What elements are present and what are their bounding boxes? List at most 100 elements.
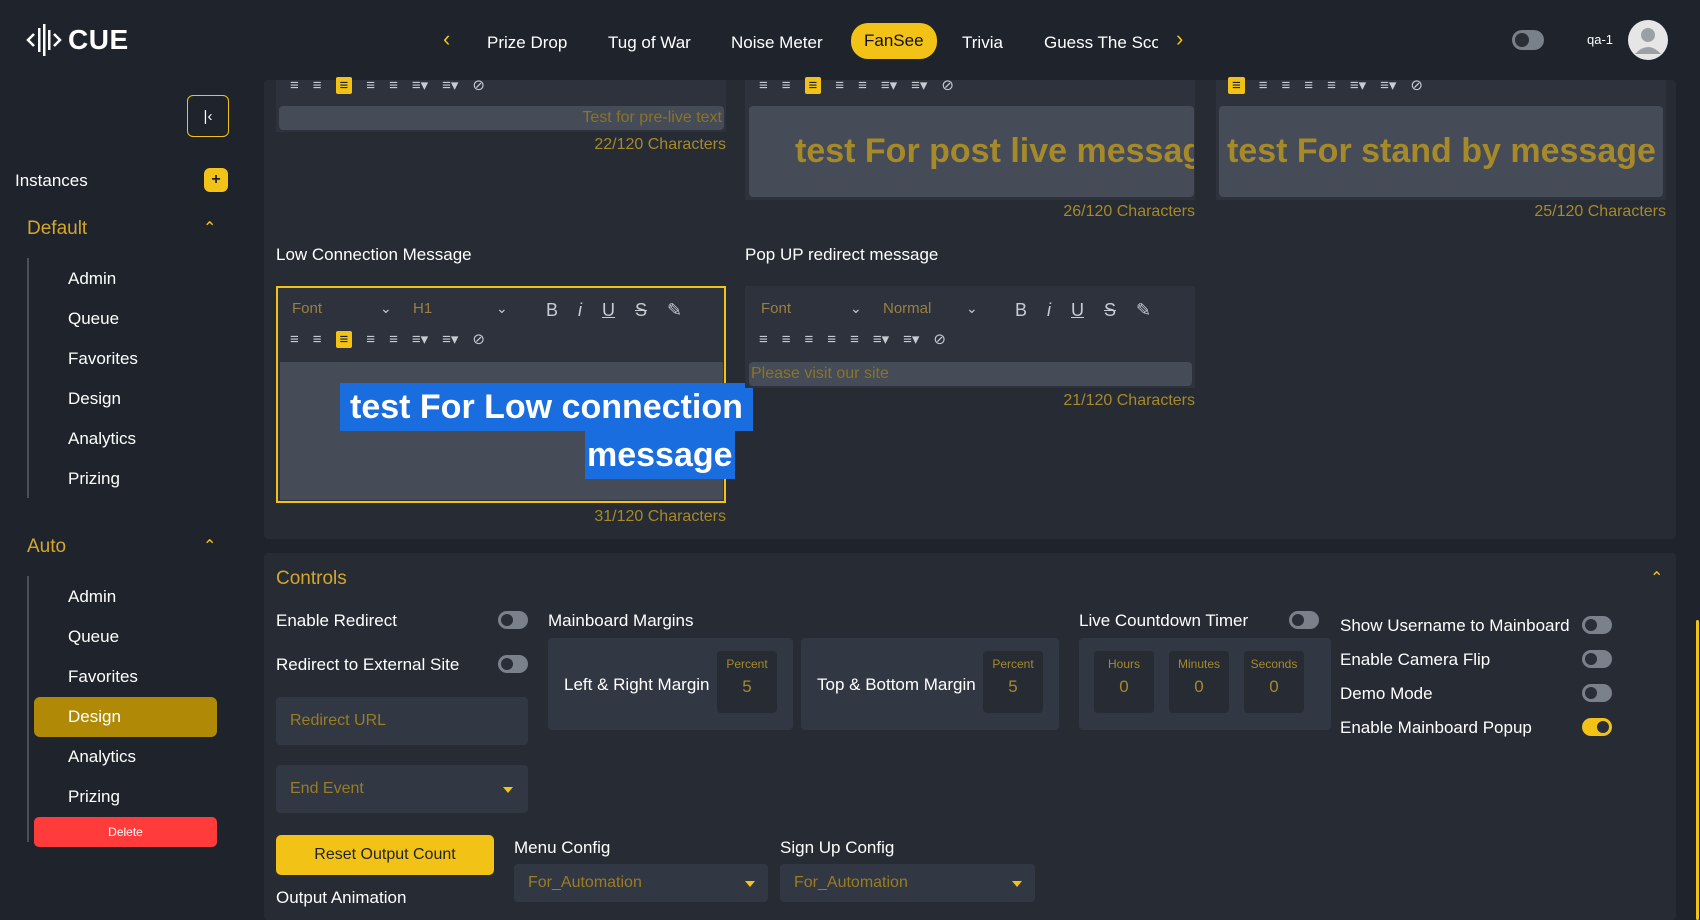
bold-icon[interactable]: B xyxy=(1015,300,1027,321)
indent-icon[interactable]: ≡ xyxy=(366,331,375,348)
clear-format-icon[interactable]: ⊘ xyxy=(472,330,485,348)
align-right-icon[interactable]: ≡ xyxy=(335,330,353,348)
ordered-list-icon[interactable]: ≡▾ xyxy=(1350,76,1366,94)
top-bottom-margin-input[interactable]: Percent 5 xyxy=(983,651,1043,713)
bold-icon[interactable]: B xyxy=(546,300,558,321)
signup-config-select[interactable]: For_Automation xyxy=(780,864,1035,902)
sidebar-item-queue[interactable]: Queue xyxy=(68,627,119,647)
show-username-toggle[interactable] xyxy=(1582,616,1612,634)
clear-format-icon[interactable]: ⊘ xyxy=(941,76,954,94)
tab-trivia[interactable]: Trivia xyxy=(962,27,1003,59)
mainboard-popup-toggle[interactable] xyxy=(1582,718,1612,736)
redirect-external-toggle[interactable] xyxy=(498,655,528,673)
size-select[interactable]: H1 xyxy=(413,300,432,317)
add-instance-button[interactable]: + xyxy=(204,168,228,192)
font-select[interactable]: Font xyxy=(292,300,322,317)
enable-redirect-toggle[interactable] xyxy=(498,611,528,629)
bullet-list-icon[interactable]: ≡▾ xyxy=(903,330,919,348)
align-right-icon[interactable]: ≡ xyxy=(1282,77,1291,94)
sidebar-item-queue[interactable]: Queue xyxy=(68,309,119,329)
hours-input[interactable]: Hours 0 xyxy=(1094,651,1154,713)
highlight-icon[interactable]: ✎ xyxy=(667,300,682,321)
seconds-input[interactable]: Seconds 0 xyxy=(1244,651,1304,713)
outdent-icon[interactable]: ≡ xyxy=(858,77,867,94)
ordered-list-icon[interactable]: ≡▾ xyxy=(412,76,428,94)
chevron-right-icon[interactable]: › xyxy=(1176,26,1183,52)
logo[interactable]: CUE xyxy=(26,20,129,60)
align-right-icon[interactable]: ≡ xyxy=(335,76,353,94)
highlight-icon[interactable]: ✎ xyxy=(1136,300,1151,321)
font-select[interactable]: Font xyxy=(761,300,791,317)
align-right-icon[interactable]: ≡ xyxy=(804,76,822,94)
ordered-list-icon[interactable]: ≡▾ xyxy=(873,330,889,348)
sidebar-item-admin[interactable]: Admin xyxy=(68,269,116,289)
minutes-input[interactable]: Minutes 0 xyxy=(1169,651,1229,713)
sidebar-item-admin[interactable]: Admin xyxy=(68,587,116,607)
dropdown-arrow-icon[interactable] xyxy=(503,787,513,793)
sidebar-item-prizing[interactable]: Prizing xyxy=(68,469,120,489)
tab-prize-drop[interactable]: Prize Drop xyxy=(487,27,567,59)
italic-icon[interactable]: i xyxy=(578,300,582,321)
align-left-icon[interactable]: ≡ xyxy=(290,77,299,94)
sidebar-item-analytics[interactable]: Analytics xyxy=(68,747,136,767)
collapse-sidebar-button[interactable]: |‹ xyxy=(187,95,229,137)
align-left-icon[interactable]: ≡ xyxy=(290,331,299,348)
align-left-icon[interactable]: ≡ xyxy=(1228,76,1245,94)
sidebar-item-analytics[interactable]: Analytics xyxy=(68,429,136,449)
camera-flip-toggle[interactable] xyxy=(1582,650,1612,668)
end-event-select[interactable]: End Event xyxy=(276,765,528,813)
chevron-down-icon[interactable]: ⌄ xyxy=(850,300,862,317)
chevron-up-icon[interactable]: ⌃ xyxy=(203,536,216,556)
reset-output-count-button[interactable]: Reset Output Count xyxy=(276,835,494,875)
align-center-icon[interactable]: ≡ xyxy=(1259,77,1268,94)
chevron-left-icon[interactable]: ‹ xyxy=(443,26,450,52)
sidebar-item-favorites[interactable]: Favorites xyxy=(68,667,138,687)
prelive-text[interactable]: Test for pre-live text xyxy=(279,106,724,130)
tab-fansee[interactable]: FanSee xyxy=(851,23,937,59)
scrollbar[interactable] xyxy=(1696,620,1699,920)
popup-text[interactable]: Please visit our site xyxy=(749,362,1192,386)
clear-format-icon[interactable]: ⊘ xyxy=(1410,76,1423,94)
chevron-up-icon[interactable]: ⌃ xyxy=(1650,568,1663,588)
theme-toggle[interactable] xyxy=(1512,30,1544,50)
live-countdown-toggle[interactable] xyxy=(1289,611,1319,629)
underline-icon[interactable]: U xyxy=(602,300,615,321)
clear-format-icon[interactable]: ⊘ xyxy=(933,330,946,348)
outdent-icon[interactable]: ≡ xyxy=(389,331,398,348)
bullet-list-icon[interactable]: ≡▾ xyxy=(911,76,927,94)
ordered-list-icon[interactable]: ≡▾ xyxy=(412,330,428,348)
chevron-down-icon[interactable]: ⌄ xyxy=(496,300,508,317)
postlive-text[interactable]: test For post live message xyxy=(749,106,1194,197)
demo-mode-toggle[interactable] xyxy=(1582,684,1612,702)
align-center-icon[interactable]: ≡ xyxy=(313,77,322,94)
sidebar-item-design[interactable]: Design xyxy=(68,707,121,727)
sidebar-item-design[interactable]: Design xyxy=(68,389,121,409)
tab-tug-of-war[interactable]: Tug of War xyxy=(608,27,691,59)
align-center-icon[interactable]: ≡ xyxy=(313,331,322,348)
bullet-list-icon[interactable]: ≡▾ xyxy=(1380,76,1396,94)
align-left-icon[interactable]: ≡ xyxy=(759,331,768,348)
indent-icon[interactable]: ≡ xyxy=(835,77,844,94)
indent-icon[interactable]: ≡ xyxy=(1304,77,1313,94)
align-center-icon[interactable]: ≡ xyxy=(782,77,791,94)
indent-icon[interactable]: ≡ xyxy=(366,77,375,94)
avatar[interactable] xyxy=(1628,20,1668,60)
chevron-up-icon[interactable]: ⌃ xyxy=(203,218,216,238)
sidebar-item-favorites[interactable]: Favorites xyxy=(68,349,138,369)
tab-noise-meter[interactable]: Noise Meter xyxy=(731,27,823,59)
tab-guess-the-score[interactable]: Guess The Sco xyxy=(1044,27,1158,59)
standby-text[interactable]: test For stand by message xyxy=(1219,106,1663,197)
dropdown-arrow-icon[interactable] xyxy=(1012,881,1022,887)
left-right-margin-input[interactable]: Percent 5 xyxy=(717,651,777,713)
redirect-url-input[interactable]: Redirect URL xyxy=(276,697,528,745)
dropdown-arrow-icon[interactable] xyxy=(745,881,755,887)
underline-icon[interactable]: U xyxy=(1071,300,1084,321)
size-select[interactable]: Normal xyxy=(883,300,931,317)
align-left-icon[interactable]: ≡ xyxy=(759,77,768,94)
strikethrough-icon[interactable]: S xyxy=(1104,300,1116,321)
indent-icon[interactable]: ≡ xyxy=(827,331,836,348)
outdent-icon[interactable]: ≡ xyxy=(1327,77,1336,94)
sidebar-item-prizing[interactable]: Prizing xyxy=(68,787,120,807)
chevron-down-icon[interactable]: ⌄ xyxy=(380,300,392,317)
bullet-list-icon[interactable]: ≡▾ xyxy=(442,330,458,348)
